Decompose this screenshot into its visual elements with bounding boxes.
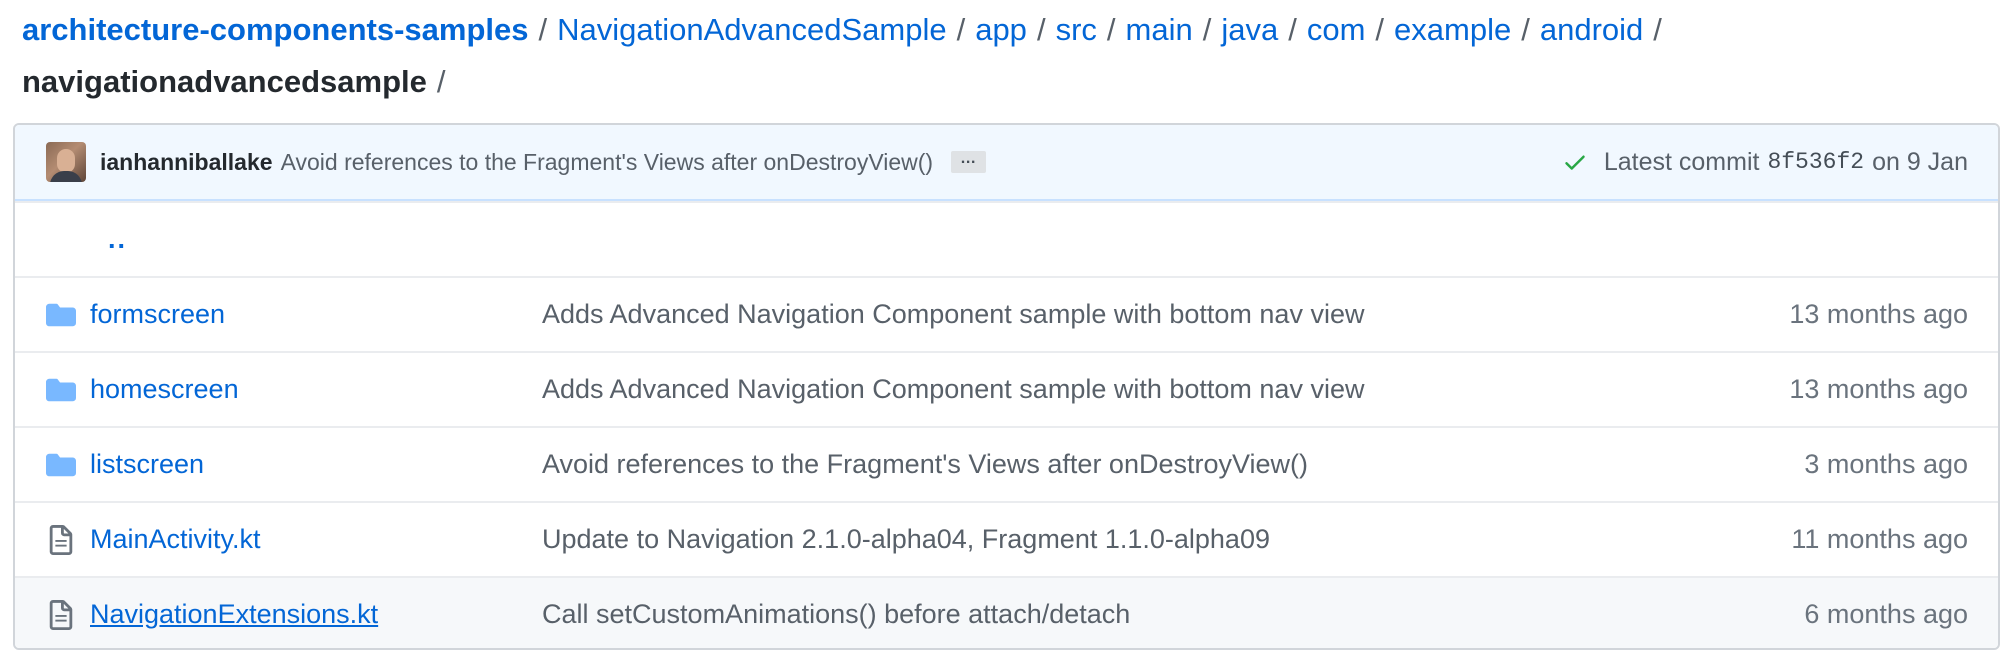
- breadcrumb: architecture-components-samples / Navigati…: [22, 4, 2002, 108]
- breadcrumb-repo-link[interactable]: architecture-components-samples: [22, 12, 528, 47]
- file-name-link[interactable]: NavigationExtensions.kt: [90, 599, 542, 630]
- file-commit-message[interactable]: Adds Advanced Navigation Component sampl…: [542, 374, 1789, 405]
- file-icon: [49, 599, 73, 630]
- file-commit-message[interactable]: Call setCustomAnimations() before attach…: [542, 599, 1804, 630]
- commit-author-link[interactable]: ianhanniballake: [100, 149, 273, 176]
- breadcrumb-link-com[interactable]: com: [1307, 12, 1366, 47]
- folder-icon: [46, 453, 76, 476]
- file-name-link[interactable]: MainActivity.kt: [90, 524, 542, 555]
- file-name-link[interactable]: formscreen: [90, 299, 542, 330]
- file-name-link[interactable]: homescreen: [90, 374, 542, 405]
- breadcrumb-separator: /: [1106, 12, 1116, 47]
- file-row[interactable]: formscreen Adds Advanced Navigation Comp…: [15, 276, 1998, 351]
- breadcrumb-link-main[interactable]: main: [1126, 12, 1193, 47]
- folder-icon: [46, 303, 76, 326]
- breadcrumb-separator: /: [1288, 12, 1297, 47]
- parent-directory-row[interactable]: ..: [15, 201, 1998, 276]
- breadcrumb-separator: /: [1375, 12, 1385, 47]
- latest-commit-info: Latest commit 8f536f2 on 9 Jan: [1562, 148, 1968, 177]
- breadcrumb-separator: /: [1653, 12, 1662, 47]
- avatar[interactable]: [46, 142, 86, 182]
- breadcrumb-link-android[interactable]: android: [1540, 12, 1643, 47]
- breadcrumb-separator: /: [1521, 12, 1530, 47]
- file-row[interactable]: MainActivity.kt Update to Navigation 2.1…: [15, 501, 1998, 576]
- check-icon: [1565, 155, 1585, 170]
- file-icon: [49, 524, 73, 555]
- breadcrumb-separator: /: [956, 12, 966, 47]
- commit-sha-link[interactable]: 8f536f2: [1767, 149, 1864, 175]
- commit-message-link[interactable]: Avoid references to the Fragment's Views…: [281, 149, 934, 176]
- file-age: 6 months ago: [1804, 599, 1968, 629]
- breadcrumb-trailing-separator: /: [436, 64, 446, 99]
- file-name-link[interactable]: listscreen: [90, 449, 542, 480]
- breadcrumb-separator: /: [1036, 12, 1046, 47]
- file-age: 3 months ago: [1804, 449, 1968, 479]
- file-row[interactable]: NavigationExtensions.kt Call setCustomAn…: [15, 576, 1998, 648]
- commit-date: on 9 Jan: [1872, 147, 1968, 176]
- file-age: 13 months ago: [1789, 374, 1968, 404]
- breadcrumb-link-java[interactable]: java: [1221, 12, 1278, 47]
- latest-commit-bar: ianhanniballake Avoid references to the …: [15, 125, 1998, 201]
- file-age: 11 months ago: [1791, 524, 1968, 554]
- breadcrumb-link-example[interactable]: example: [1394, 12, 1511, 47]
- latest-commit-label: Latest commit: [1603, 147, 1760, 176]
- file-age: 13 months ago: [1789, 299, 1968, 329]
- file-browser: ianhanniballake Avoid references to the …: [13, 123, 2000, 650]
- breadcrumb-current: navigationadvancedsample: [22, 64, 427, 99]
- file-commit-message[interactable]: Avoid references to the Fragment's Views…: [542, 449, 1804, 480]
- breadcrumb-separator: /: [538, 12, 548, 47]
- breadcrumb-link-navigationadvancedsample[interactable]: NavigationAdvancedSample: [557, 12, 946, 47]
- parent-directory-link[interactable]: ..: [46, 224, 127, 255]
- file-commit-message[interactable]: Adds Advanced Navigation Component sampl…: [542, 299, 1789, 330]
- file-row[interactable]: homescreen Adds Advanced Navigation Comp…: [15, 351, 1998, 426]
- file-commit-message[interactable]: Update to Navigation 2.1.0-alpha04, Frag…: [542, 524, 1791, 555]
- breadcrumb-separator: /: [1202, 12, 1212, 47]
- file-row[interactable]: listscreen Avoid references to the Fragm…: [15, 426, 1998, 501]
- breadcrumb-link-app[interactable]: app: [975, 12, 1027, 47]
- expand-commit-button[interactable]: …: [951, 151, 987, 173]
- folder-icon: [46, 378, 76, 401]
- breadcrumb-link-src[interactable]: src: [1056, 12, 1097, 47]
